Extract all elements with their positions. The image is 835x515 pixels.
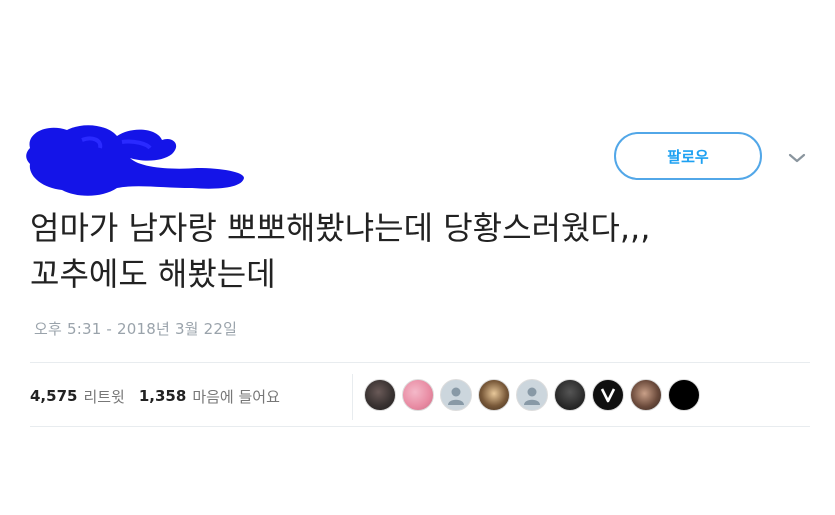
divider-top	[30, 362, 810, 363]
avatar[interactable]	[554, 379, 586, 411]
avatar[interactable]	[668, 379, 700, 411]
follow-button[interactable]: 팔로우	[614, 132, 762, 180]
retweets-label: 리트윗	[83, 387, 125, 406]
liker-avatars	[364, 379, 706, 411]
avatar[interactable]	[440, 379, 472, 411]
likes-count: 1,358	[138, 387, 187, 405]
stats-separator	[352, 374, 353, 420]
retweets-stat[interactable]: 4,575 리트윗	[30, 386, 139, 407]
redacted-username-scribble	[26, 125, 244, 196]
avatar[interactable]	[516, 379, 548, 411]
tweet-text-line-2: 꼬추에도 해봤는데	[30, 255, 276, 293]
avatar[interactable]	[478, 379, 510, 411]
default-avatar-icon	[448, 387, 464, 405]
tweet-timestamp[interactable]: 오후 5:31 - 2018년 3월 22일	[34, 318, 237, 339]
avatar[interactable]	[402, 379, 434, 411]
likes-stat[interactable]: 1,358 마음에 들어요	[139, 386, 294, 407]
likes-label: 마음에 들어요	[192, 387, 280, 406]
divider-bottom	[30, 426, 810, 427]
v-logo-icon	[600, 388, 616, 403]
avatar[interactable]	[630, 379, 662, 411]
default-avatar-icon	[524, 387, 540, 405]
engagement-stats: 4,575 리트윗 1,358 마음에 들어요	[30, 384, 294, 408]
tweet-text-line-1: 엄마가 남자랑 뽀뽀해봤냐는데 당황스러웠다,,,	[30, 209, 651, 247]
avatar[interactable]	[592, 379, 624, 411]
retweets-count: 4,575	[30, 387, 78, 405]
tweet-text: 엄마가 남자랑 뽀뽀해봤냐는데 당황스러웠다,,, 꼬추에도 해봤는데	[30, 205, 820, 297]
avatar[interactable]	[364, 379, 396, 411]
chevron-down-icon[interactable]	[786, 150, 808, 166]
